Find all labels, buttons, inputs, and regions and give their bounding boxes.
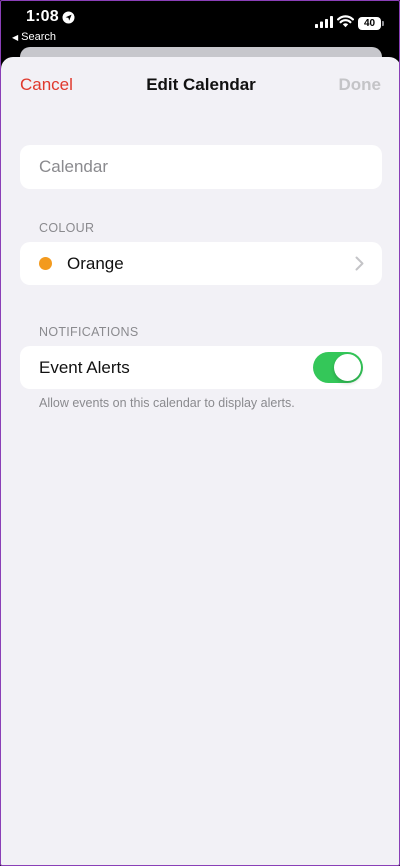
colour-row[interactable]: Orange [20, 242, 382, 285]
edit-calendar-sheet: Cancel Edit Calendar Done COLOUR Orange … [1, 57, 399, 865]
back-app-label: Search [21, 31, 57, 43]
battery-tip [381, 21, 384, 26]
colour-section-header: COLOUR [39, 221, 95, 235]
toggle-knob [334, 354, 361, 381]
battery-level: 40 [358, 17, 381, 30]
phone-screen: 1:08 ◀ Search 40 Cancel Edit Calendar Do… [0, 0, 400, 866]
location-icon [62, 11, 75, 24]
nav-bar: Cancel Edit Calendar Done [1, 57, 399, 113]
notifications-section-header: NOTIFICATIONS [39, 325, 139, 339]
done-button[interactable]: Done [339, 75, 382, 95]
colour-value: Orange [67, 254, 124, 273]
calendar-name-field [20, 145, 382, 189]
back-to-app-button[interactable]: ◀ Search [12, 31, 56, 43]
signal-icon [315, 16, 333, 28]
event-alerts-row: Event Alerts [20, 346, 382, 389]
event-alerts-label: Event Alerts [39, 358, 130, 377]
colour-swatch [39, 257, 52, 270]
event-alerts-footer: Allow events on this calendar to display… [39, 396, 295, 410]
status-time: 1:08 [26, 8, 59, 25]
wifi-icon [337, 15, 354, 28]
chevron-right-icon [355, 256, 364, 271]
event-alerts-toggle[interactable] [313, 352, 363, 383]
battery-icon: 40 [358, 17, 384, 30]
status-bar: 1:08 ◀ Search 40 [1, 1, 399, 47]
back-triangle-icon: ◀ [12, 32, 19, 42]
calendar-name-input[interactable] [39, 145, 369, 189]
